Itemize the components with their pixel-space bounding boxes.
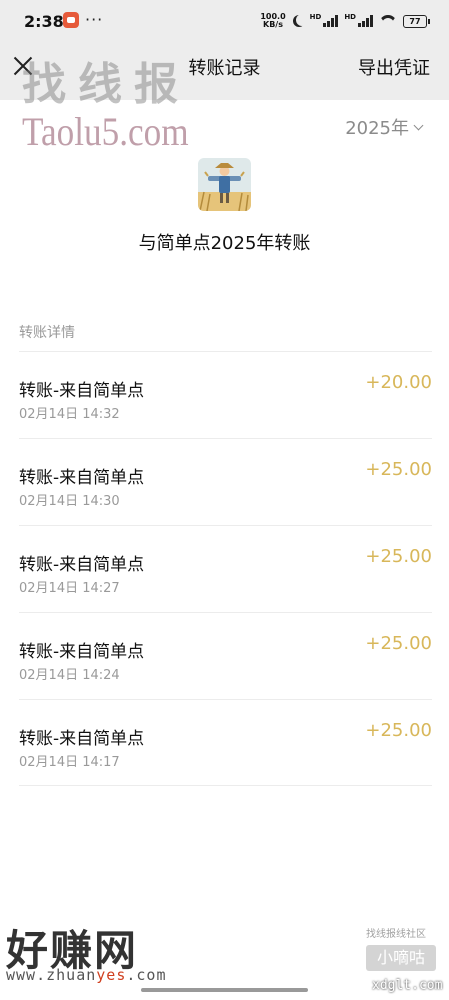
signal-icon (323, 15, 339, 27)
transfer-row[interactable]: 转账-来自简单点 02月14日 14:24 +25.00 (19, 612, 432, 699)
watermark-url-part: www.zhuan (6, 966, 97, 984)
watermark-bottom-url: www.zhuanyes.com (6, 966, 167, 984)
transfer-title: 转账-来自简单点 (19, 642, 145, 662)
transfer-title: 转账-来自简单点 (19, 555, 145, 575)
hd-label-2: HD (344, 13, 356, 21)
nav-bar: 转账记录 导出凭证 (0, 44, 449, 90)
hd-label: HD (309, 13, 322, 21)
transfer-row[interactable]: 转账-来自简单点 02月14日 14:17 +25.00 (19, 699, 432, 786)
home-indicator[interactable] (141, 988, 308, 992)
transfer-time: 02月14日 14:27 (19, 581, 120, 596)
transfer-amount: +20.00 (365, 372, 432, 393)
watermark-small-top: 找线报线社区 (366, 929, 426, 940)
section-label: 转账详情 (19, 325, 75, 341)
status-time: 2:38 (24, 12, 64, 31)
transfer-row[interactable]: 转账-来自简单点 02月14日 14:30 +25.00 (19, 438, 432, 525)
transfer-amount: +25.00 (365, 459, 432, 480)
network-speed-unit: KB/s (263, 20, 283, 29)
scarecrow-avatar-icon (198, 158, 251, 211)
more-notifications-icon: ··· (85, 10, 104, 29)
status-indicators: 100.0 KB/s HD HD 77 (260, 13, 430, 29)
transfer-time: 02月14日 14:17 (19, 755, 120, 770)
transfer-title: 转账-来自简单点 (19, 381, 145, 401)
export-voucher-button[interactable]: 导出凭证 (358, 54, 430, 80)
transfer-time: 02月14日 14:32 (19, 407, 120, 422)
transfer-time: 02月14日 14:30 (19, 494, 120, 509)
year-selector[interactable]: 2025年 (345, 114, 424, 140)
do-not-disturb-icon (296, 14, 308, 26)
battery-icon: 77 (403, 14, 430, 28)
transfer-time: 02月14日 14:24 (19, 668, 120, 683)
watermark-bottom-cn: 好赚网 (6, 926, 139, 975)
transfer-amount: +25.00 (365, 720, 432, 741)
summary-title: 与简单点2025年转账 (138, 233, 311, 254)
wifi-icon (379, 15, 397, 27)
transfer-title: 转账-来自简单点 (19, 468, 145, 488)
avatar (198, 158, 251, 211)
watermark-url-accent: yes (96, 966, 127, 984)
year-label: 2025年 (345, 118, 409, 139)
transfer-row[interactable]: 转账-来自简单点 02月14日 14:27 +25.00 (19, 525, 432, 612)
transfer-title: 转账-来自简单点 (19, 729, 145, 749)
watermark-small-url: xdglt.com (372, 978, 443, 993)
watermark-top-en: Taolu5.com (22, 109, 189, 154)
transfer-amount: +25.00 (365, 633, 432, 654)
notification-app-icon (63, 12, 79, 28)
transfer-row[interactable]: 转账-来自简单点 02月14日 14:32 +20.00 (19, 351, 432, 438)
transfer-list: 转账-来自简单点 02月14日 14:32 +20.00 转账-来自简单点 02… (19, 351, 432, 786)
watermark-small-badge: 小嘀咕 (366, 945, 436, 971)
network-speed: 100.0 KB/s (260, 13, 285, 29)
signal-icon-2 (358, 15, 373, 27)
chevron-down-icon (413, 120, 424, 130)
status-bar: 2:38 ··· 100.0 KB/s HD HD 77 (0, 0, 449, 44)
watermark-url-tld: .com (126, 966, 167, 984)
transfer-amount: +25.00 (365, 546, 432, 567)
